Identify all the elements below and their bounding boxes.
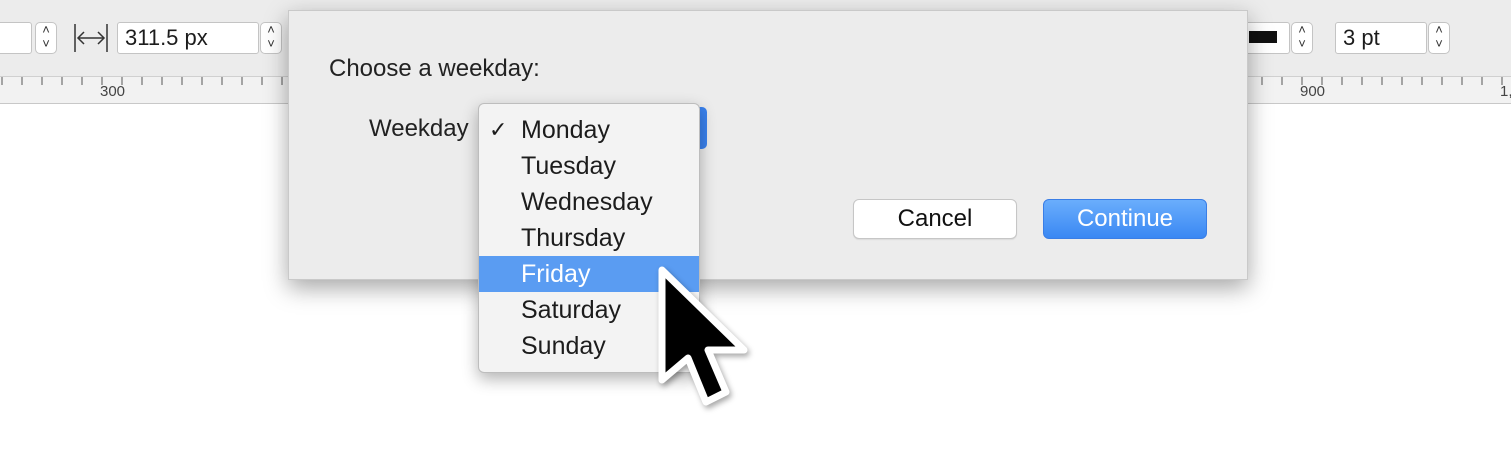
- width-arrows-icon: [74, 24, 108, 52]
- position-field[interactable]: [0, 22, 32, 54]
- menu-item-tuesday[interactable]: Tuesday: [479, 148, 699, 184]
- stepper-up-icon[interactable]: ˄: [36, 23, 56, 37]
- weekday-label: Weekday: [369, 115, 469, 142]
- cancel-button[interactable]: Cancel: [853, 199, 1017, 239]
- ruler-label-300: 300: [100, 83, 126, 100]
- menu-item-thursday[interactable]: Thursday: [479, 220, 699, 256]
- dialog-title: Choose a weekday:: [329, 55, 540, 82]
- stroke-color-swatch: [1249, 31, 1277, 43]
- stepper-down-icon[interactable]: ˅: [1429, 37, 1449, 51]
- menu-item-wednesday[interactable]: Wednesday: [479, 184, 699, 220]
- choose-weekday-dialog: Choose a weekday: Weekday Cancel Continu…: [288, 10, 1248, 280]
- menu-item-monday[interactable]: ✓ Monday: [479, 112, 699, 148]
- menu-item-label: Sunday: [521, 332, 606, 360]
- menu-item-label: Thursday: [521, 224, 626, 252]
- stepper-down-icon[interactable]: ˅: [261, 37, 281, 51]
- color-stepper[interactable]: ˄ ˅: [1291, 22, 1313, 54]
- continue-button[interactable]: Continue: [1043, 199, 1207, 239]
- width-field[interactable]: 311.5 px: [117, 22, 259, 54]
- stepper-down-icon[interactable]: ˅: [36, 37, 56, 51]
- menu-item-label: Monday: [521, 116, 610, 144]
- stroke-width-field[interactable]: 3 pt: [1335, 22, 1427, 54]
- menu-item-label: Saturday: [521, 296, 622, 324]
- ruler-label-1000: 1,: [1500, 83, 1511, 100]
- width-stepper[interactable]: ˄ ˅: [260, 22, 282, 54]
- stepper-up-icon[interactable]: ˄: [261, 23, 281, 37]
- menu-item-label: Friday: [521, 260, 591, 288]
- menu-item-label: Wednesday: [521, 188, 653, 216]
- stepper-up-icon[interactable]: ˄: [1292, 23, 1312, 37]
- checkmark-icon: ✓: [489, 117, 508, 142]
- stroke-width-stepper[interactable]: ˄ ˅: [1428, 22, 1450, 54]
- position-stepper[interactable]: ˄ ˅: [35, 22, 57, 54]
- mouse-pointer-icon: [658, 266, 748, 406]
- ruler-label-900: 900: [1300, 83, 1326, 100]
- stepper-up-icon[interactable]: ˄: [1429, 23, 1449, 37]
- menu-item-label: Tuesday: [521, 152, 616, 180]
- stepper-down-icon[interactable]: ˅: [1292, 37, 1312, 51]
